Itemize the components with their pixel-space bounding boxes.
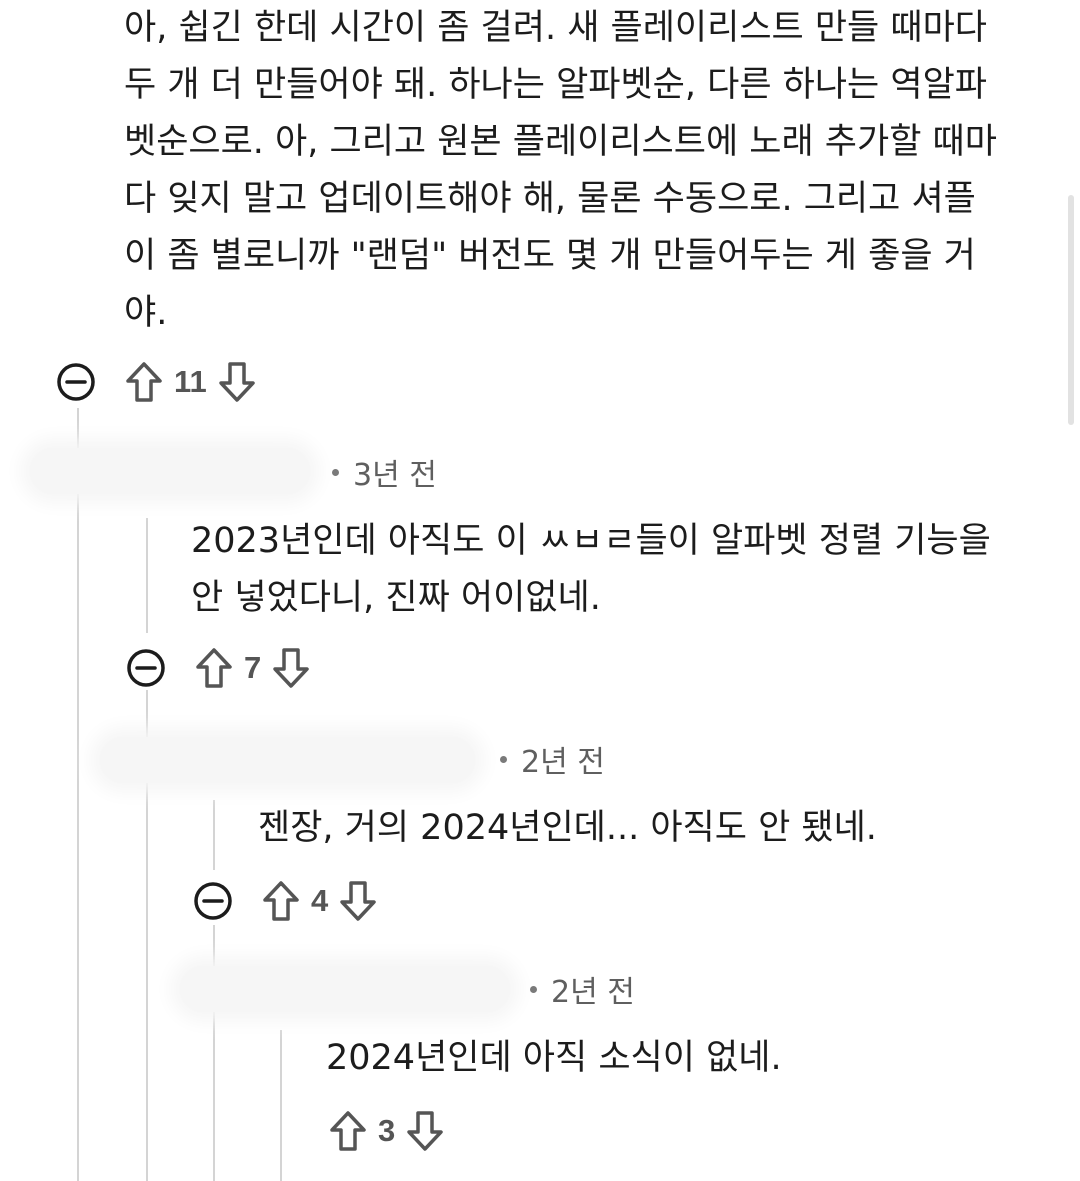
thread-line-level-4 [280, 1030, 282, 1181]
separator-dot [530, 985, 537, 993]
thread-line-level-1 [77, 408, 79, 1181]
arrow-up-icon[interactable] [259, 877, 303, 925]
minus-circle-icon[interactable] [126, 648, 166, 688]
minus-circle-icon[interactable] [193, 881, 233, 921]
arrow-down-icon[interactable] [215, 358, 259, 406]
username-redacted [100, 737, 475, 783]
comment-body: 아, 쉽긴 한데 시간이 좀 걸려. 새 플레이리스트 만들 때마다 두 개 더… [124, 8, 997, 333]
comment-actions: 11 [56, 356, 259, 408]
arrow-up-icon[interactable] [122, 358, 166, 406]
comment-timestamp: 3년 전 [353, 458, 437, 493]
thread-line-level-3 [213, 800, 215, 870]
comment-meta: 3년 전 [332, 450, 437, 494]
separator-dot [500, 755, 507, 763]
comment-actions: 4 [193, 875, 380, 927]
comment-body: 2024년인데 아직 소식이 없네. [326, 1038, 782, 1078]
comment-meta: 2년 전 [500, 737, 605, 781]
arrow-up-icon[interactable] [326, 1107, 370, 1155]
thread-line-level-2 [146, 518, 148, 633]
vote-score: 4 [311, 883, 329, 918]
comment-body: 2023년인데 아직도 이 ㅆㅂㄹ들이 알파벳 정렬 기능을 안 넣었다니, 진… [191, 521, 991, 618]
comment-meta: 2년 전 [530, 967, 635, 1011]
separator-dot [332, 468, 339, 476]
minus-circle-icon[interactable] [56, 362, 96, 402]
comment-timestamp: 2년 전 [551, 975, 635, 1010]
comment-body: 젠장, 거의 2024년인데... 아직도 안 됐네. [258, 808, 877, 848]
comment-timestamp: 2년 전 [521, 745, 605, 780]
vote-score: 3 [378, 1113, 396, 1148]
arrow-down-icon[interactable] [403, 1107, 447, 1155]
scrollbar[interactable] [1068, 195, 1074, 425]
thread-line-level-3-lower [213, 925, 215, 1181]
username-redacted [180, 966, 510, 1012]
vote-score: 11 [174, 364, 207, 399]
username-redacted [30, 448, 310, 494]
comment-actions: 7 [126, 642, 313, 694]
arrow-up-icon[interactable] [192, 644, 236, 692]
arrow-down-icon[interactable] [336, 877, 380, 925]
vote-score: 7 [244, 650, 262, 685]
comment-actions: 3 [326, 1105, 447, 1157]
arrow-down-icon[interactable] [269, 644, 313, 692]
